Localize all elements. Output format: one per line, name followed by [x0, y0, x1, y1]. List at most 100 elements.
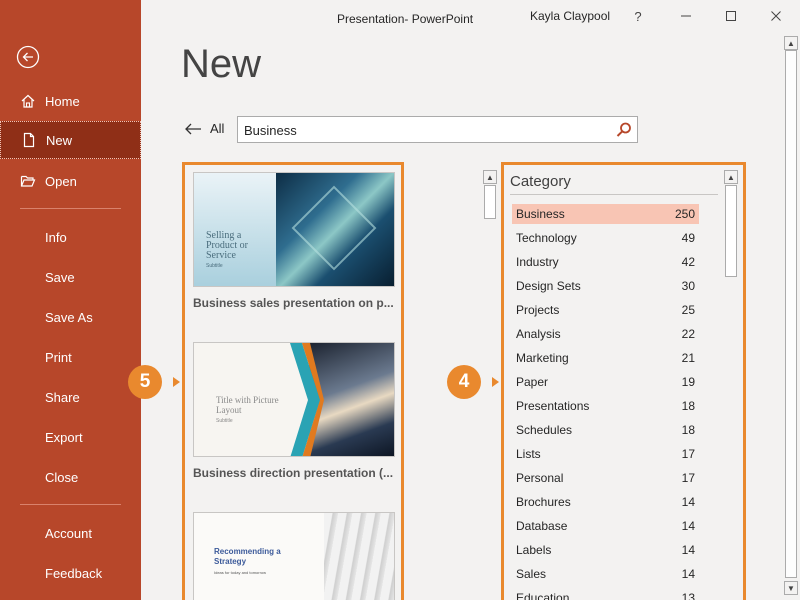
category-scrollbar[interactable]: ▲: [724, 170, 738, 600]
sidebar-item-account[interactable]: Account: [0, 514, 141, 552]
new-document-icon: [19, 130, 39, 150]
sidebar-item-label: Save: [45, 269, 75, 285]
thumbnail-title: Selling a Product or Service: [206, 230, 248, 261]
sidebar-item-label: Open: [45, 173, 77, 189]
window-title: Presentation- PowerPoint: [337, 12, 474, 26]
category-label: Sales: [516, 567, 547, 581]
callout-badge: 5: [128, 365, 162, 399]
scroll-thumb[interactable]: [725, 185, 737, 277]
template-name[interactable]: Business sales presentation on p...: [193, 296, 395, 310]
back-arrow-icon: [184, 122, 202, 136]
category-count: 30: [681, 279, 695, 293]
category-item[interactable]: Presentations 18: [512, 396, 699, 416]
category-item[interactable]: Business 250: [512, 204, 699, 224]
category-item[interactable]: Schedules 18: [512, 420, 699, 440]
category-count: 25: [681, 303, 695, 317]
back-button[interactable]: [16, 45, 40, 69]
category-label: Labels: [516, 543, 552, 557]
category-label: Marketing: [516, 351, 569, 365]
sidebar-item-share[interactable]: Share: [0, 378, 141, 416]
sidebar-item-new[interactable]: New: [0, 121, 141, 159]
category-item[interactable]: Marketing 21: [512, 348, 699, 368]
all-label: All: [210, 121, 225, 136]
close-window-button[interactable]: [761, 4, 791, 28]
page-title: New: [181, 42, 262, 86]
category-count: 17: [681, 471, 695, 485]
sidebar-item-save-as[interactable]: Save As: [0, 298, 141, 336]
back-arrow-icon: [16, 45, 40, 69]
thumbnail-subtitle: Ideas for today and tomorrow: [214, 570, 267, 575]
title-bar: Presentation- PowerPoint Kayla Claypool …: [141, 0, 800, 36]
minimize-icon: [681, 15, 691, 17]
category-count: 14: [681, 543, 695, 557]
template-thumbnail[interactable]: Selling a Product or Service Subtitle: [193, 172, 395, 287]
thumbnail-subtitle: Subtitle: [206, 263, 223, 269]
sidebar-item-close[interactable]: Close: [0, 458, 141, 496]
search-input[interactable]: [244, 122, 604, 138]
category-label: Brochures: [516, 495, 571, 509]
thumbnail-subtitle: Subtitle: [216, 418, 233, 424]
thumbnail-title: Title with Picture Layout: [216, 395, 279, 415]
template-name[interactable]: Business direction presentation (...: [193, 466, 395, 480]
search-button[interactable]: [615, 121, 633, 139]
main-scrollbar[interactable]: ▲ ▼: [784, 36, 798, 600]
category-item[interactable]: Technology 49: [512, 228, 699, 248]
template-card[interactable]: Selling a Product or Service Subtitle Bu…: [193, 172, 395, 310]
category-label: Personal: [516, 471, 564, 485]
category-item[interactable]: Industry 42: [512, 252, 699, 272]
sidebar-divider: [20, 504, 121, 505]
category-item[interactable]: Database 14: [512, 516, 699, 536]
category-label: Industry: [516, 255, 559, 269]
scroll-thumb[interactable]: [484, 185, 496, 219]
scroll-up-icon[interactable]: ▲: [784, 36, 798, 50]
sidebar-item-feedback[interactable]: Feedback: [0, 554, 141, 592]
sidebar-item-open[interactable]: Open: [0, 162, 141, 200]
category-divider: [510, 194, 718, 195]
category-item[interactable]: Projects 25: [512, 300, 699, 320]
template-card[interactable]: Recommending a Strategy Ideas for today …: [193, 512, 395, 600]
category-item[interactable]: Education 13: [512, 588, 699, 600]
scroll-thumb[interactable]: [785, 50, 797, 578]
maximize-icon: [726, 11, 736, 21]
sidebar-item-label: Print: [45, 349, 72, 365]
template-thumbnail[interactable]: Title with Picture Layout Subtitle: [193, 342, 395, 457]
template-thumbnail[interactable]: Recommending a Strategy Ideas for today …: [193, 512, 395, 600]
sidebar-item-label: Feedback: [45, 565, 103, 581]
category-label: Design Sets: [516, 279, 581, 293]
search-icon: [616, 122, 631, 137]
category-label: Presentations: [516, 399, 590, 413]
minimize-button[interactable]: [671, 4, 701, 28]
sidebar-item-export[interactable]: Export: [0, 418, 141, 456]
category-item[interactable]: Design Sets 30: [512, 276, 699, 296]
category-item[interactable]: Sales 14: [512, 564, 699, 584]
sidebar-item-save[interactable]: Save: [0, 258, 141, 296]
help-button[interactable]: ?: [623, 4, 653, 28]
all-templates-link[interactable]: All: [184, 121, 224, 136]
sidebar-item-label: Home: [45, 93, 80, 109]
close-icon: [771, 11, 781, 21]
category-count: 250: [674, 207, 695, 221]
maximize-button[interactable]: [716, 4, 746, 28]
category-item[interactable]: Personal 17: [512, 468, 699, 488]
category-item[interactable]: Labels 14: [512, 540, 699, 560]
sidebar-item-info[interactable]: Info: [0, 218, 141, 256]
folder-open-icon: [18, 171, 38, 191]
scroll-up-icon[interactable]: ▲: [483, 170, 497, 184]
sidebar-item-label: Export: [45, 429, 83, 445]
category-item[interactable]: Brochures 14: [512, 492, 699, 512]
user-name[interactable]: Kayla Claypool: [530, 9, 610, 23]
thumbnail-title: Recommending a Strategy: [214, 547, 281, 566]
template-card[interactable]: Title with Picture Layout Subtitle Busin…: [193, 342, 395, 480]
category-label: Schedules: [516, 423, 573, 437]
scroll-up-icon[interactable]: ▲: [724, 170, 738, 184]
search-box[interactable]: [237, 116, 638, 143]
category-item[interactable]: Paper 19: [512, 372, 699, 392]
category-item[interactable]: Analysis 22: [512, 324, 699, 344]
category-label: Business: [516, 207, 565, 221]
category-count: 17: [681, 447, 695, 461]
category-item[interactable]: Lists 17: [512, 444, 699, 464]
scroll-down-icon[interactable]: ▼: [784, 581, 798, 595]
sidebar-item-home[interactable]: Home: [0, 82, 141, 120]
sidebar-item-print[interactable]: Print: [0, 338, 141, 376]
category-count: 18: [681, 423, 695, 437]
